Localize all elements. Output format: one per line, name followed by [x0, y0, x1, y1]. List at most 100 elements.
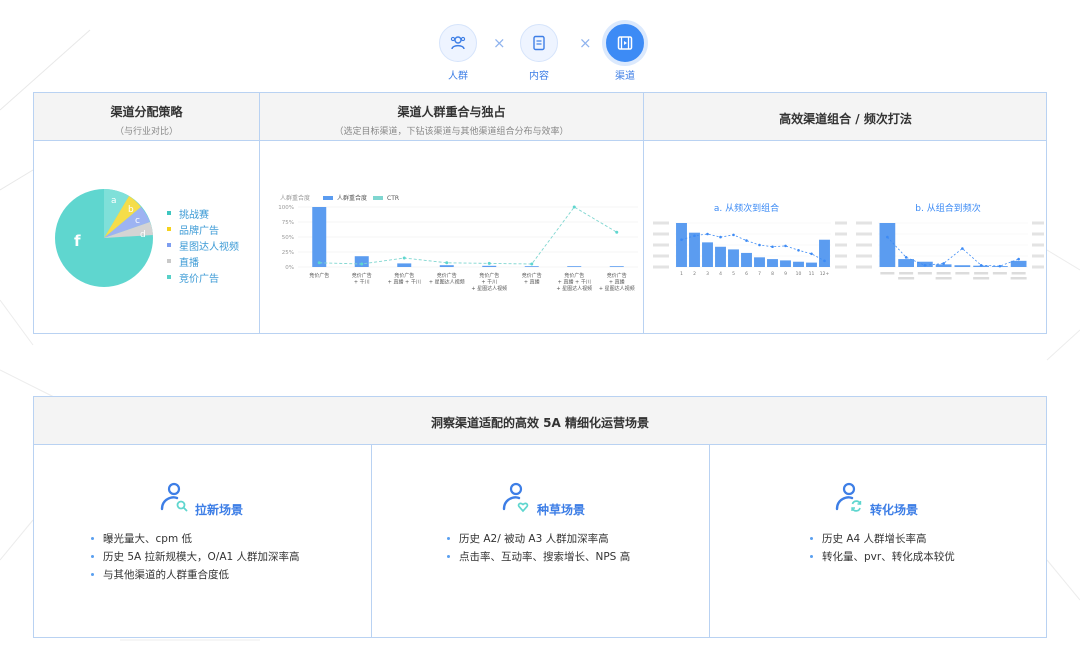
list-item: 转化量、pvr、转化成本较优	[810, 547, 955, 565]
overlap-title: 渠道人群重合与独占	[397, 105, 506, 119]
x-tick-label: 10	[796, 271, 802, 277]
line-point	[904, 256, 908, 259]
pie-legend: 挑战赛 品牌广告 星图达人视频 直播 竞价广告	[167, 205, 239, 285]
bullet-text: 点击率、互动率、搜索增长、NPS 高	[459, 550, 631, 563]
bar-overlap	[439, 265, 454, 267]
y-axis-label: 人群重合度	[280, 194, 310, 202]
ctr-point	[530, 262, 534, 266]
step-content[interactable]	[520, 24, 558, 62]
times-icon: ×	[493, 34, 506, 52]
bullet-dot	[810, 536, 813, 540]
legend-item: 直播	[167, 253, 239, 269]
bullet-text: 曝光量大、cpm 低	[103, 532, 193, 545]
bar-overlap	[397, 263, 412, 267]
refresh-person-icon	[835, 482, 862, 512]
pie-label-d: d	[140, 230, 146, 240]
line-point	[823, 259, 826, 263]
line-point	[942, 262, 945, 265]
x-tick-placeholder	[973, 277, 990, 280]
overlap-header: 渠道人群重合与独占 （选定目标渠道，下钻该渠道与其他渠道组合分布与效率）	[260, 103, 643, 137]
x-tick-label: 5	[732, 271, 735, 277]
bar	[702, 242, 713, 267]
x-tick-placeholder	[880, 272, 895, 275]
combo-to-frequency-chart	[856, 221, 1044, 280]
line-point	[693, 234, 696, 238]
bar-overlap	[609, 266, 624, 267]
x-tick-label: 6	[745, 271, 748, 277]
y-tick-placeholder	[835, 254, 847, 258]
y-tick-label: 100%	[278, 205, 294, 211]
y-tick-placeholder	[856, 243, 872, 247]
legend-item: 挑战赛	[167, 205, 239, 221]
x-tick-label: 竞价广告	[309, 272, 329, 279]
x-tick-label: 竞价广告	[607, 272, 627, 279]
y-tick-placeholder	[856, 254, 872, 258]
line-point	[784, 244, 787, 248]
channel-icon	[617, 36, 633, 50]
pie-label-a: a	[111, 196, 117, 206]
bar	[898, 259, 914, 267]
x-tick-label: + 直播 + 千川	[558, 279, 591, 286]
bar	[780, 260, 791, 267]
line-point	[886, 235, 889, 239]
line-point	[719, 235, 722, 239]
x-tick-label: 竞价广告	[352, 272, 372, 279]
line-point	[771, 245, 774, 249]
x-tick-label: 竞价广告	[437, 272, 457, 279]
line-point	[1017, 257, 1020, 261]
overlap-bar-line-chart: 人群重合度 人群重合度 CTR 100%75%50%25%0%竞价广告 竞价广告+…	[278, 194, 638, 292]
list-item: 历史 A4 人群增长率高	[810, 529, 955, 547]
people-icon	[450, 36, 466, 50]
bar	[767, 259, 778, 267]
step-channel[interactable]	[606, 24, 644, 62]
legend-swatch	[167, 275, 171, 279]
x-tick-label: + 星图达人视频	[556, 285, 592, 292]
legend-label: 竞价广告	[179, 273, 219, 285]
x-tick-label: 1	[680, 271, 683, 277]
x-tick-placeholder	[917, 272, 932, 275]
bullet-dot	[91, 536, 94, 540]
legend-swatch	[167, 259, 171, 263]
y-tick-placeholder	[653, 265, 669, 269]
x-tick-placeholder	[1010, 277, 1027, 280]
line-point	[998, 264, 1002, 268]
x-tick-placeholder	[899, 272, 914, 275]
y-tick-placeholder	[653, 221, 669, 225]
bullet-text: 历史 5A 拉新规模大，O/A1 人群加深率高	[103, 550, 300, 563]
divider	[371, 445, 372, 637]
line-point	[810, 252, 813, 256]
bar-overlap	[567, 266, 582, 267]
channel-analysis-panel: 渠道分配策略 （与行业对比） 渠道人群重合与独占 （选定目标渠道，下钻该渠道与其…	[33, 92, 1047, 334]
list-item: 历史 A2/ 被动 A3 人群加深率高	[447, 529, 630, 547]
legend-swatch-overlap	[323, 196, 333, 200]
bullet-text: 历史 A4 人群增长率高	[822, 532, 927, 545]
bar-overlap	[524, 266, 539, 267]
x-tick-placeholder	[898, 277, 915, 280]
bullet-dot	[447, 536, 450, 540]
y-tick-label: 75%	[282, 220, 294, 226]
x-tick-label: 11	[809, 271, 815, 277]
x-tick-label: 4	[719, 271, 722, 277]
x-tick-label: 8	[771, 271, 774, 277]
legend-item: 竞价广告	[167, 269, 239, 285]
ctr-line	[319, 206, 617, 265]
x-tick-placeholder	[955, 272, 970, 275]
x-tick-label: 9	[784, 271, 787, 277]
bar	[715, 246, 726, 267]
pie-label-c: c	[135, 216, 140, 226]
combo-header: 高效渠道组合 / 频次打法	[644, 110, 1047, 127]
chart-b-title: b. 从组合到频次	[915, 204, 981, 214]
bullet-text: 转化量、pvr、转化成本较优	[822, 550, 955, 563]
bar	[954, 265, 971, 267]
y-tick-placeholder	[835, 243, 847, 247]
y-tick-label: 0%	[285, 265, 294, 271]
x-tick-label: 12+	[820, 271, 830, 277]
x-tick-label: 7	[758, 271, 761, 277]
step-people[interactable]	[439, 24, 477, 62]
insight-panel: 洞察渠道适配的高效 5A 精细化运营场景 拉新场景 曝光量大、cpm 低 历史 …	[33, 396, 1047, 638]
list-item: 点击率、互动率、搜索增长、NPS 高	[447, 547, 630, 565]
ctr-point	[572, 205, 576, 209]
x-tick-label: + 直播 + 千川	[388, 279, 421, 286]
frequency-to-combo-chart: 1 2 3 4 5 6 7 8 9 10 11 12+	[653, 221, 847, 277]
x-tick-label: 3	[706, 271, 709, 277]
